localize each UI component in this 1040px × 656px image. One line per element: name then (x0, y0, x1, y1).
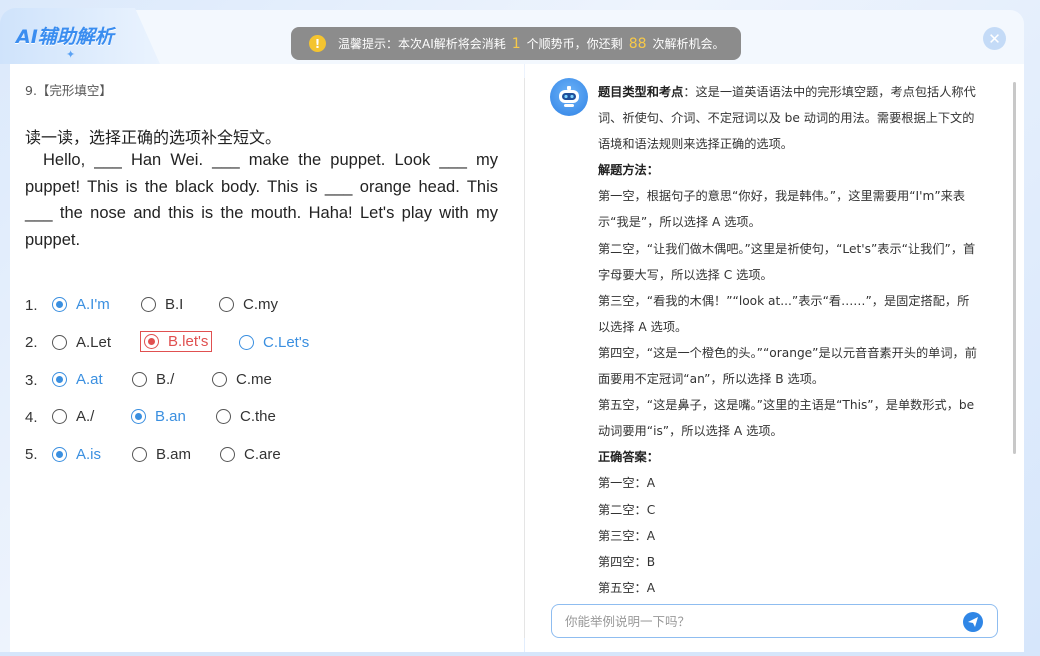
row-number: 3. (25, 371, 38, 389)
option-label: C.are (244, 446, 281, 463)
option-2-a[interactable]: A.Let (52, 334, 111, 351)
option-2-b-wrong[interactable]: B.let's (140, 331, 213, 352)
option-label: A.Let (76, 334, 112, 351)
option-label: A./ (76, 408, 95, 425)
analysis-heading: 正确答案 (598, 450, 647, 465)
radio-wrong[interactable] (144, 334, 159, 349)
option-4-c[interactable]: C.the (216, 408, 276, 425)
option-5-a[interactable]: A.is (52, 446, 101, 463)
question-passage: Hello, ___ Han Wei. ___ make the puppet.… (25, 151, 498, 249)
row-number: 2. (25, 333, 38, 351)
option-5-b[interactable]: B.am (132, 446, 191, 463)
question-instruction: 读一读，选择正确的选项补全短文。 (25, 128, 282, 147)
analysis-answer-heading: 正确答案： (598, 450, 659, 465)
radio[interactable] (216, 409, 231, 424)
radio-selected[interactable] (52, 372, 67, 387)
radio-selected[interactable] (52, 447, 67, 462)
tip-remaining: 88 (628, 35, 647, 52)
send-icon (968, 617, 978, 627)
answer-item: 第二空：C (598, 502, 656, 517)
option-label: B.am (156, 446, 192, 463)
option-label: C.the (240, 408, 276, 425)
option-3-c[interactable]: C.me (212, 371, 272, 388)
row-number: 5. (25, 445, 38, 463)
dialog-title: AI辅助解析 (16, 26, 114, 48)
analysis-step: 第二空，“让我们做木偶吧。”这里是祈使句，“Let's”表示“让我们”，首字母要… (598, 241, 976, 282)
option-label: B.I (165, 296, 184, 313)
option-label: A.is (76, 446, 102, 463)
tip-middle: 个顺势币，你还剩 (526, 37, 623, 51)
analysis-step: 第五空，“这是鼻子，这是嘴。”这里的主语是“This”，是单数形式，be 动词要… (598, 398, 975, 439)
answer-item: 第四空：B (598, 554, 656, 569)
tip-cost: 1 (511, 35, 521, 52)
row-number: 1. (25, 296, 38, 314)
analysis-method-heading: 解题方法： (598, 163, 659, 178)
analysis-step: 第四空，“这是一个橙色的头。”“orange”是以元音音素开头的单词，前面要用不… (598, 345, 977, 387)
option-1-c[interactable]: C.my (219, 296, 278, 313)
radio[interactable] (52, 409, 67, 424)
title-tab: AI辅助解析 ✦ (0, 8, 160, 64)
option-label: C.Let's (263, 334, 310, 351)
option-label: C.my (243, 296, 278, 313)
analysis-step: 第一空，根据句子的意思“你好，我是韩伟。”，这里需要用“I'm”来表示“我是”，… (598, 189, 966, 230)
ask-input[interactable] (565, 613, 945, 629)
option-5-c[interactable]: C.are (220, 446, 281, 463)
robot-avatar-icon (550, 78, 588, 116)
radio[interactable] (132, 447, 147, 462)
analysis-step: 第三空，“看我的木偶！”“look at...”表示“看……”，是固定搭配，所以… (598, 293, 970, 334)
analysis-heading: 解题方法 (598, 163, 647, 178)
close-icon: ✕ (988, 29, 1001, 48)
radio[interactable] (219, 297, 234, 312)
option-label: C.me (236, 371, 272, 388)
radio[interactable] (239, 335, 254, 350)
radio-selected[interactable] (52, 297, 67, 312)
tip-suffix: 次解析机会。 (652, 37, 725, 51)
answer-item: 第三空：A (598, 528, 656, 543)
ai-analysis-dialog: AI辅助解析 ✦ ! 温馨提示：本次AI解析将会消耗 1 个顺势币，你还剩 88… (0, 0, 1040, 656)
row-number: 4. (25, 408, 38, 426)
option-label: B./ (156, 371, 175, 388)
analysis-heading: 题目类型和考点 (598, 85, 684, 99)
analysis-type-paragraph: 题目类型和考点：这是一道英语语法中的完形填空题，考点包括人称代词、祈使句、介词、… (598, 79, 980, 157)
answer-item: 第一空：A (598, 476, 656, 491)
analysis-content: 题目类型和考点：这是一道英语语法中的完形填空题，考点包括人称代词、祈使句、介词、… (598, 79, 980, 601)
option-1-a[interactable]: A.I'm (52, 296, 110, 313)
radio-selected[interactable] (131, 409, 146, 424)
option-row-4: 4. (25, 406, 51, 428)
warning-icon: ! (309, 35, 326, 52)
option-label: B.let's (168, 333, 209, 350)
option-3-b[interactable]: B./ (132, 371, 174, 388)
answer-item: 第五空：A (598, 580, 656, 595)
option-row-1: 1. (25, 294, 51, 316)
panel-divider (524, 78, 525, 638)
tip-prefix: 温馨提示：本次AI解析将会消耗 (338, 37, 506, 51)
option-4-a[interactable]: A./ (52, 408, 94, 425)
question-number: 9.【完形填空】 (25, 83, 112, 98)
radio[interactable] (52, 335, 67, 350)
dialog-bottom-edge (0, 652, 1040, 656)
radio[interactable] (220, 447, 235, 462)
close-button[interactable]: ✕ (983, 27, 1006, 50)
option-4-b[interactable]: B.an (131, 408, 186, 425)
sparkle-icon: ✦ (66, 48, 76, 61)
ask-input-box (551, 604, 998, 638)
cost-tip-banner: ! 温馨提示：本次AI解析将会消耗 1 个顺势币，你还剩 88 次解析机会。 (291, 27, 741, 60)
option-label: B.an (155, 408, 186, 425)
option-1-b[interactable]: B.I (141, 296, 183, 313)
option-row-5: 5. (25, 443, 51, 465)
option-label: A.at (76, 371, 103, 388)
send-button[interactable] (963, 612, 983, 632)
option-row-3: 3. (25, 369, 51, 391)
radio[interactable] (212, 372, 227, 387)
option-label: A.I'm (76, 296, 110, 313)
option-2-c-correct[interactable]: C.Let's (239, 334, 309, 351)
option-3-a[interactable]: A.at (52, 371, 103, 388)
radio[interactable] (132, 372, 147, 387)
option-row-2: 2. (25, 331, 51, 353)
radio[interactable] (141, 297, 156, 312)
analysis-scrollbar[interactable] (1013, 82, 1016, 454)
